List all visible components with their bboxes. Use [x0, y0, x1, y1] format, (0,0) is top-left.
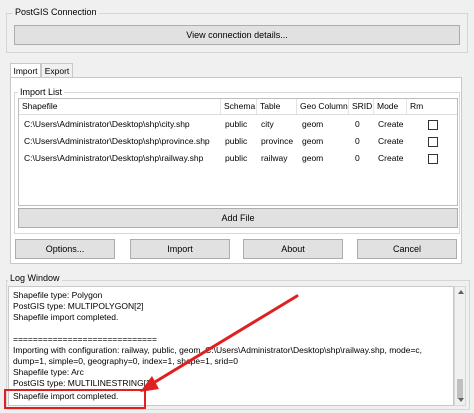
log-line: Shapefile type: Arc	[13, 367, 84, 377]
log-line: Shapefile type: Polygon	[13, 290, 103, 300]
log-window-text[interactable]: Shapefile type: Polygon PostGIS type: MU…	[8, 286, 454, 406]
column-header-shapefile[interactable]: Shapefile	[19, 99, 221, 114]
cell-geo-column: geom	[302, 153, 324, 163]
options-button[interactable]: Options...	[15, 239, 115, 259]
cell-schema: public	[225, 153, 248, 163]
log-window-title: Log Window	[8, 273, 62, 283]
cell-mode: Create	[378, 119, 404, 129]
cell-shapefile: C:\Users\Administrator\Desktop\shp\city.…	[24, 119, 190, 129]
import-table: Shapefile Schema Table Geo Column SRID M…	[18, 98, 458, 206]
log-scrollbar[interactable]	[454, 286, 466, 406]
rm-checkbox[interactable]	[428, 120, 438, 130]
tab-export[interactable]: Export	[41, 63, 73, 77]
cell-srid: 0	[355, 119, 360, 129]
highlight-box	[4, 389, 146, 409]
import-button[interactable]: Import	[130, 239, 230, 259]
log-line: dump=1, simple=0, geography=0, index=1, …	[13, 356, 238, 366]
connection-group-title: PostGIS Connection	[13, 7, 99, 17]
cell-shapefile: C:\Users\Administrator\Desktop\shp\railw…	[24, 153, 204, 163]
cell-table: railway	[261, 153, 288, 163]
rm-checkbox[interactable]	[428, 137, 438, 147]
column-header-geo-column[interactable]: Geo Column	[297, 99, 349, 114]
cell-table: province	[261, 136, 294, 146]
table-row[interactable]: C:\Users\Administrator\Desktop\shp\railw…	[19, 150, 457, 166]
cell-mode: Create	[378, 136, 404, 146]
log-line: Shapefile import completed.	[13, 312, 119, 322]
scroll-down-icon[interactable]	[458, 398, 464, 402]
cell-mode: Create	[378, 153, 404, 163]
log-line: =============================	[13, 334, 157, 344]
column-header-rm[interactable]: Rm	[407, 99, 457, 114]
cell-schema: public	[225, 119, 248, 129]
log-line: Importing with configuration: railway, p…	[13, 345, 423, 355]
column-header-srid[interactable]: SRID	[349, 99, 374, 114]
table-row[interactable]: C:\Users\Administrator\Desktop\shp\city.…	[19, 116, 457, 132]
cell-srid: 0	[355, 153, 360, 163]
log-line: PostGIS type: MULTIPOLYGON[2]	[13, 301, 144, 311]
scroll-up-icon[interactable]	[458, 290, 464, 294]
about-button[interactable]: About	[243, 239, 343, 259]
table-header: Shapefile Schema Table Geo Column SRID M…	[19, 99, 457, 115]
log-line: PostGIS type: MULTILINESTRING[2]	[13, 378, 154, 388]
column-header-schema[interactable]: Schema	[221, 99, 257, 114]
tab-import[interactable]: Import	[10, 63, 41, 78]
cell-srid: 0	[355, 136, 360, 146]
scroll-thumb[interactable]	[457, 379, 463, 399]
cell-table: city	[261, 119, 274, 129]
add-file-button[interactable]: Add File	[18, 208, 458, 228]
import-list-title: Import List	[18, 87, 65, 97]
cancel-button[interactable]: Cancel	[357, 239, 457, 259]
table-row[interactable]: C:\Users\Administrator\Desktop\shp\provi…	[19, 133, 457, 149]
cell-geo-column: geom	[302, 136, 324, 146]
view-connection-details-button[interactable]: View connection details...	[14, 25, 460, 45]
column-header-table[interactable]: Table	[257, 99, 297, 114]
cell-shapefile: C:\Users\Administrator\Desktop\shp\provi…	[24, 136, 210, 146]
column-header-mode[interactable]: Mode	[374, 99, 407, 114]
rm-checkbox[interactable]	[428, 154, 438, 164]
cell-schema: public	[225, 136, 248, 146]
cell-geo-column: geom	[302, 119, 324, 129]
